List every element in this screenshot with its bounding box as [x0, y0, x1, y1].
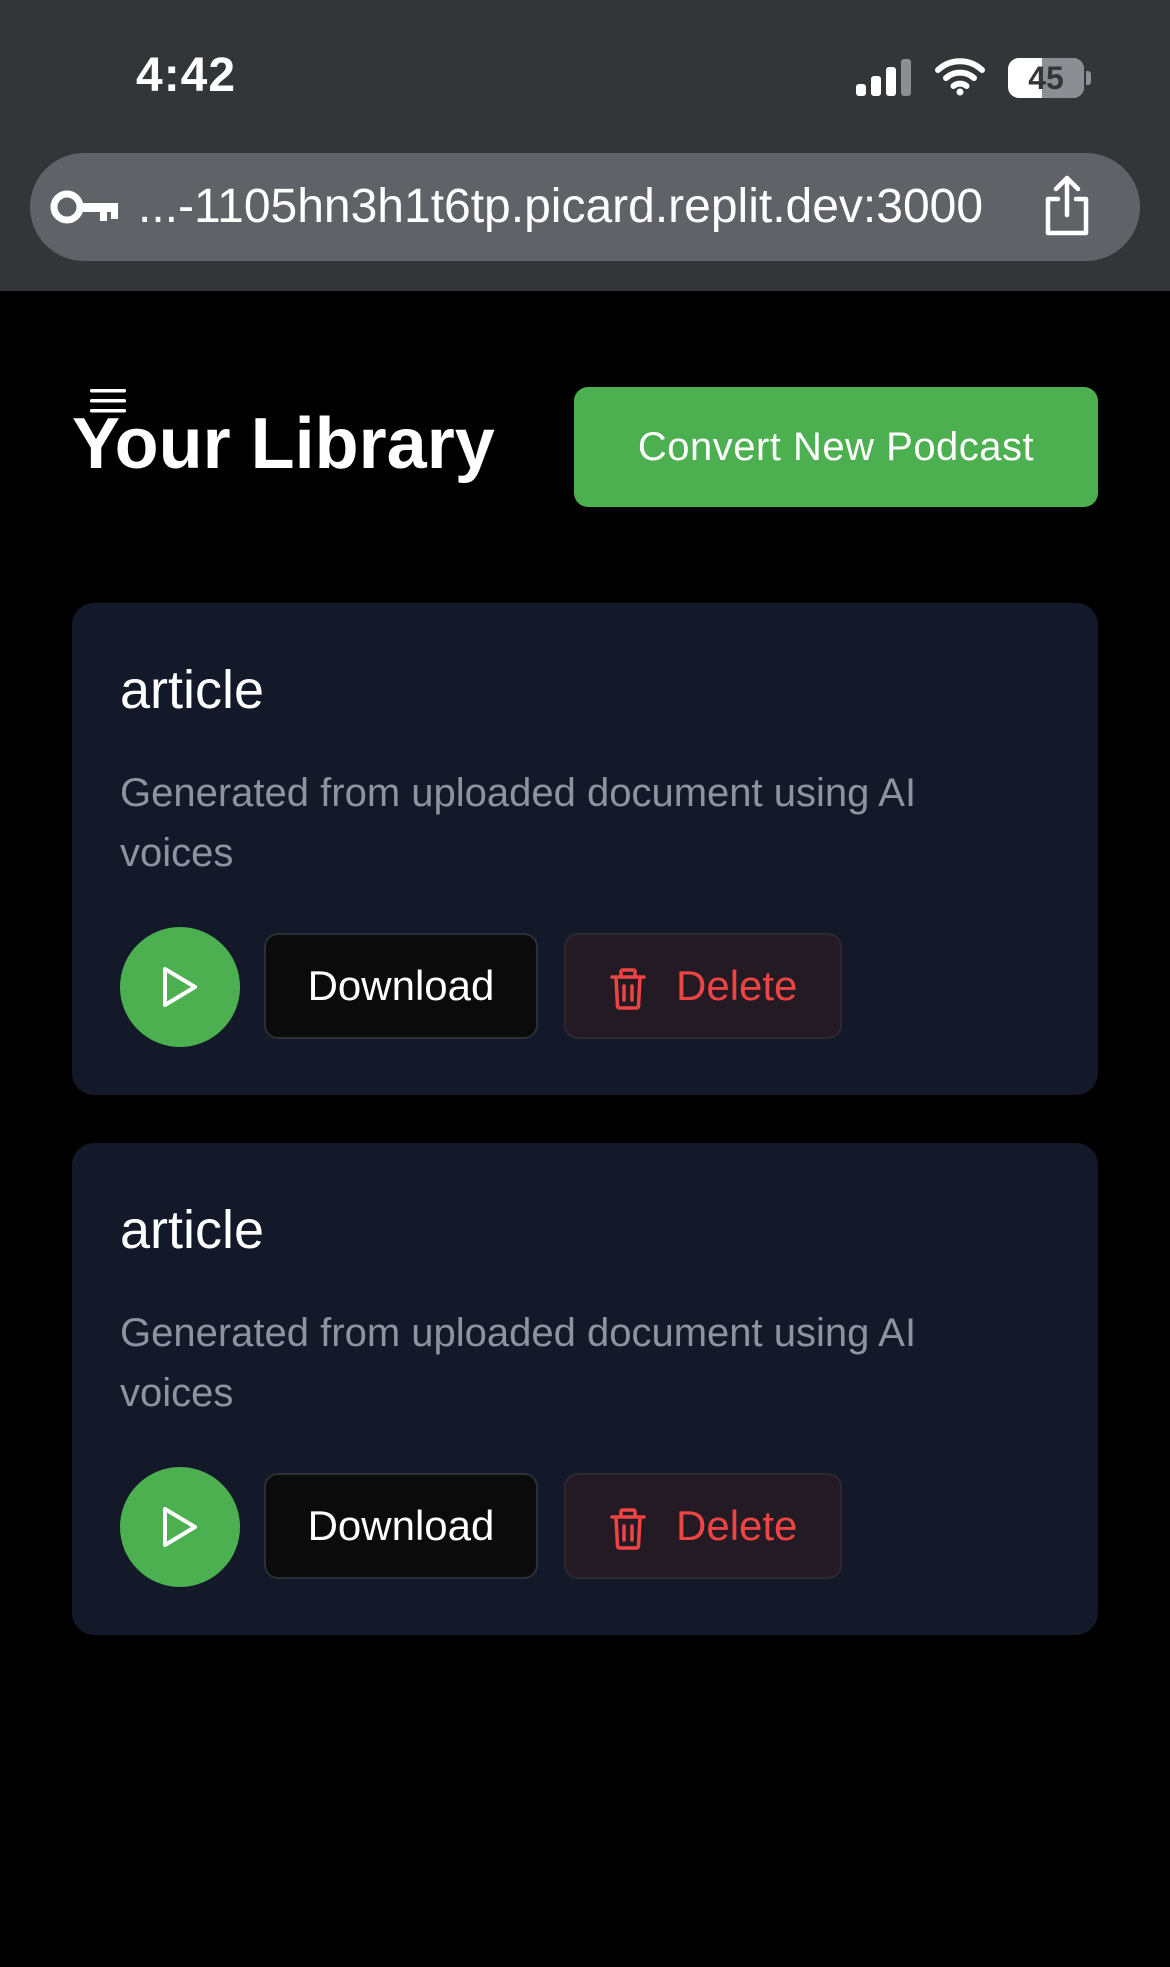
delete-label: Delete — [676, 1502, 798, 1549]
play-button[interactable] — [120, 1467, 240, 1587]
trash-icon — [610, 1508, 646, 1550]
wifi-icon — [935, 58, 985, 96]
podcast-title: article — [120, 660, 265, 720]
play-icon — [163, 1507, 197, 1547]
play-icon — [163, 967, 197, 1007]
battery-cap — [1086, 71, 1091, 85]
download-button[interactable]: Download — [264, 933, 538, 1039]
library-page: Your Library Convert New Podcast article… — [0, 291, 1170, 1967]
play-button[interactable] — [120, 927, 240, 1047]
page-title: Your Library — [72, 404, 495, 484]
podcast-description: Generated from uploaded document using A… — [120, 1311, 917, 1415]
browser-chrome: 4:42 45 ...-1105hn3h1t6tp.picard.replit.… — [0, 0, 1170, 291]
podcast-card: article Generated from uploaded document… — [72, 1143, 1098, 1635]
delete-button[interactable]: Delete — [564, 933, 842, 1039]
podcast-title: article — [120, 1200, 265, 1260]
battery-icon: 45 — [1008, 58, 1091, 98]
status-time: 4:42 — [136, 49, 237, 102]
signal-icon — [856, 59, 911, 96]
convert-new-podcast-button[interactable]: Convert New Podcast — [574, 387, 1098, 507]
delete-button[interactable]: Delete — [564, 1473, 842, 1579]
url-text[interactable]: ...-1105hn3h1t6tp.picard.replit.dev:3000 — [138, 179, 983, 234]
battery-body: 45 — [1008, 58, 1084, 98]
share-icon[interactable] — [1040, 175, 1094, 237]
download-button[interactable]: Download — [264, 1473, 538, 1579]
battery-level: 45 — [1028, 60, 1064, 96]
trash-icon — [610, 968, 646, 1010]
podcast-card: article Generated from uploaded document… — [72, 603, 1098, 1095]
delete-label: Delete — [676, 962, 798, 1009]
url-bar[interactable]: ...-1105hn3h1t6tp.picard.replit.dev:3000 — [30, 153, 1140, 261]
key-icon — [50, 190, 118, 224]
podcast-description: Generated from uploaded document using A… — [120, 771, 917, 875]
